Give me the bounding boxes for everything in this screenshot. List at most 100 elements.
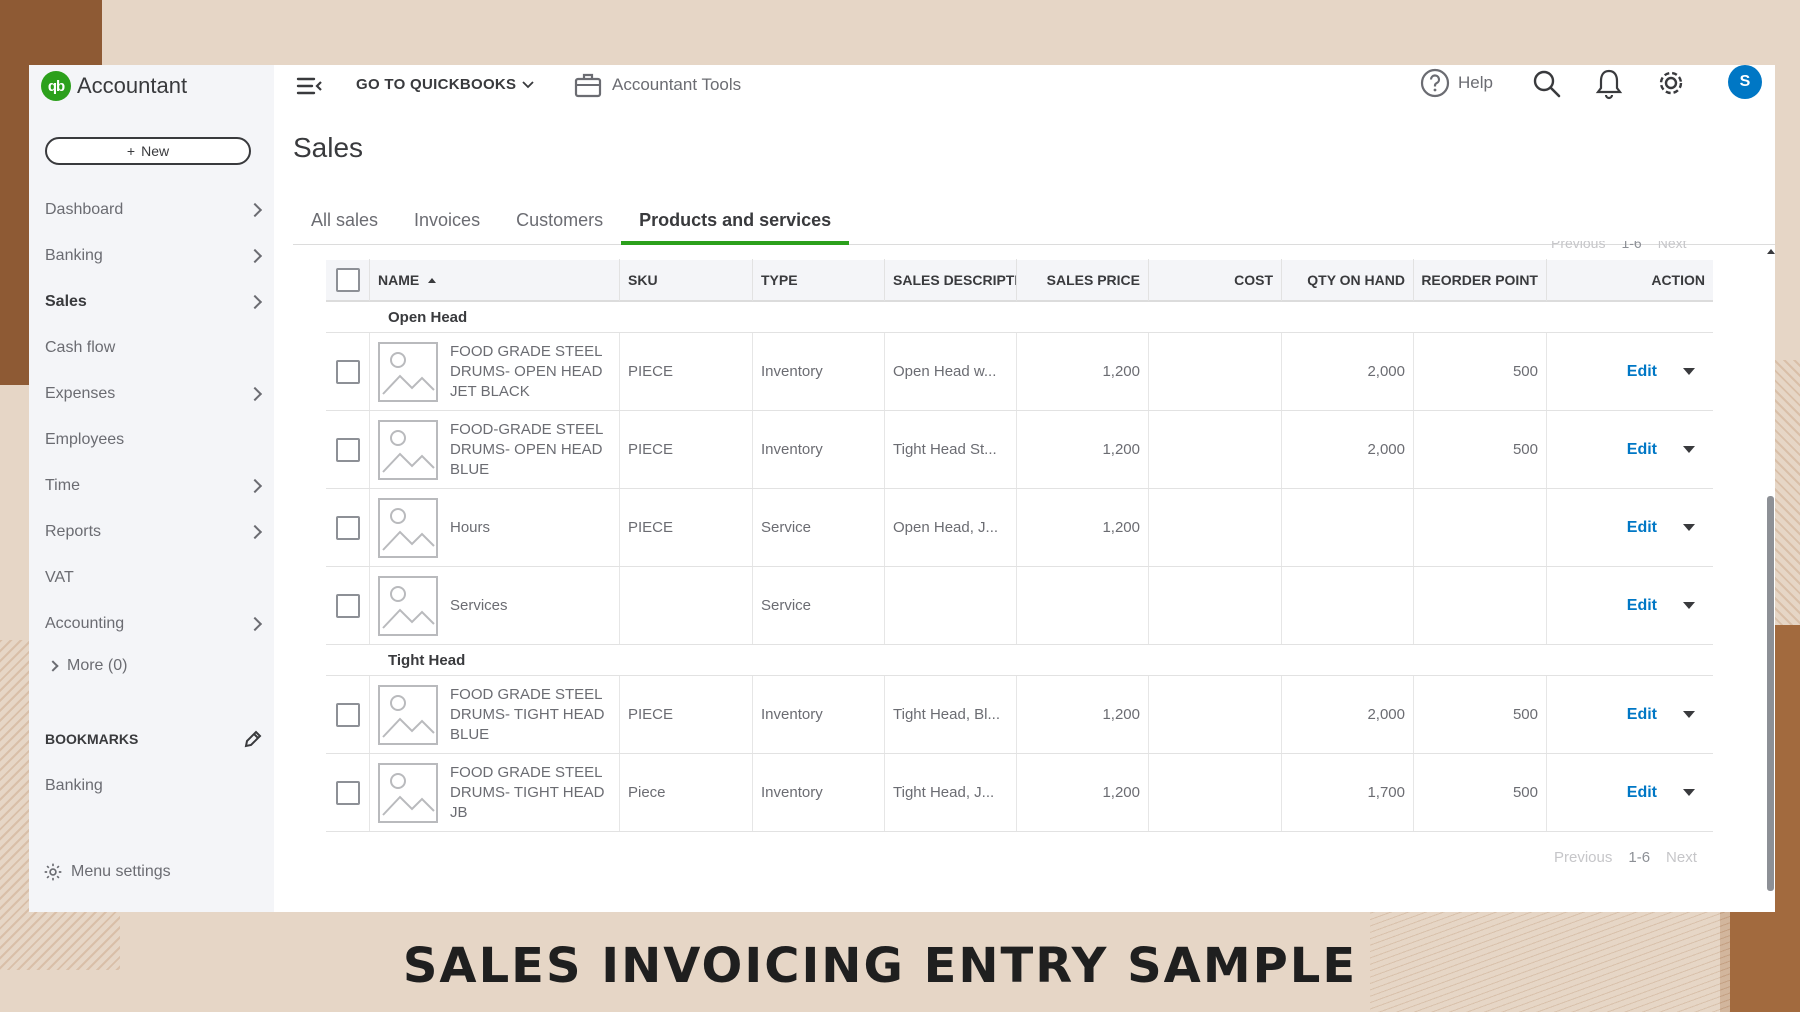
tab-products-and-services[interactable]: Products and services xyxy=(621,203,850,245)
gear-icon xyxy=(44,863,62,881)
scroll-up-arrow-icon[interactable] xyxy=(1767,249,1775,254)
row-checkbox[interactable] xyxy=(335,780,360,805)
sidebar-item-employees[interactable]: Employees xyxy=(29,417,274,463)
qty-on-hand-cell: 2,000 xyxy=(1282,333,1414,410)
tab-all-sales[interactable]: All sales xyxy=(293,203,396,245)
action-cell: Edit xyxy=(1547,489,1713,566)
previous-link[interactable]: Previous xyxy=(1554,849,1612,866)
image-placeholder-icon xyxy=(378,497,438,558)
reorder-point-cell: 500 xyxy=(1414,676,1547,753)
user-avatar[interactable]: S xyxy=(1728,65,1762,99)
type-cell: Inventory xyxy=(753,754,885,831)
next-link[interactable]: Next xyxy=(1666,849,1697,866)
edit-link[interactable]: Edit xyxy=(1627,519,1657,537)
sidebar-item-vat[interactable]: VAT xyxy=(29,555,274,601)
new-button[interactable]: + New xyxy=(45,137,251,165)
name-cell: FOOD GRADE STEEL DRUMS- TIGHT HEAD BLUE xyxy=(370,676,620,753)
accountant-tools-label: Accountant Tools xyxy=(612,75,742,94)
action-dropdown-caret-icon[interactable] xyxy=(1683,524,1695,531)
action-cell: Edit xyxy=(1547,411,1713,488)
sidebar-item-label: Sales xyxy=(45,293,87,310)
products-table: NAME SKU TYPE SALES DESCRIPTIC SALES PRI… xyxy=(326,259,1713,832)
settings-gear-icon[interactable] xyxy=(1656,68,1686,98)
plus-icon: + xyxy=(126,143,136,159)
column-sales-price[interactable]: SALES PRICE xyxy=(1017,259,1149,301)
description-cell: Tight Head, J... xyxy=(885,754,1017,831)
menu-settings-button[interactable]: Menu settings xyxy=(43,862,171,882)
sku-cell xyxy=(620,567,753,644)
sidebar-item-label: Dashboard xyxy=(45,201,124,218)
bookmark-item-banking[interactable]: Banking xyxy=(45,777,103,795)
go-to-quickbooks-dropdown[interactable]: GO TO QUICKBOOKS xyxy=(356,76,535,93)
column-reorder-point[interactable]: REORDER POINT xyxy=(1414,259,1547,301)
column-cost[interactable]: COST xyxy=(1149,259,1282,301)
menu-toggle-icon[interactable] xyxy=(296,74,324,98)
chevron-down-icon xyxy=(522,80,535,88)
action-dropdown-caret-icon[interactable] xyxy=(1683,602,1695,609)
edit-link[interactable]: Edit xyxy=(1627,363,1657,381)
product-name[interactable]: FOOD GRADE STEEL DRUMS- OPEN HEAD JET BL… xyxy=(450,342,611,402)
cost-cell xyxy=(1149,676,1282,753)
sidebar-item-sales[interactable]: Sales xyxy=(29,279,274,325)
action-dropdown-caret-icon[interactable] xyxy=(1683,446,1695,453)
action-cell: Edit xyxy=(1547,676,1713,753)
action-dropdown-caret-icon[interactable] xyxy=(1683,789,1695,796)
column-sku[interactable]: SKU xyxy=(620,259,753,301)
sidebar-item-banking[interactable]: Banking xyxy=(29,233,274,279)
description-cell: Open Head, J... xyxy=(885,489,1017,566)
column-qty-on-hand[interactable]: QTY ON HAND xyxy=(1282,259,1414,301)
row-select-cell xyxy=(326,489,370,566)
table-header: NAME SKU TYPE SALES DESCRIPTIC SALES PRI… xyxy=(326,259,1713,302)
product-name[interactable]: Hours xyxy=(450,518,611,538)
bell-icon[interactable] xyxy=(1594,68,1624,100)
row-checkbox[interactable] xyxy=(335,702,360,727)
sales-price-cell: 1,200 xyxy=(1017,489,1149,566)
bookmarks-header: BOOKMARKS xyxy=(45,729,263,749)
sidebar-item-more[interactable]: More (0) xyxy=(47,657,127,675)
sidebar-nav: Dashboard Banking Sales Cash flow Expenses Em… xyxy=(29,187,274,647)
column-name[interactable]: NAME xyxy=(370,259,620,301)
edit-link[interactable]: Edit xyxy=(1627,441,1657,459)
select-all-checkbox[interactable] xyxy=(335,268,360,292)
product-name[interactable]: FOOD-GRADE STEEL DRUMS- OPEN HEAD BLUE xyxy=(450,420,611,480)
accountant-tools-button[interactable]: Accountant Tools xyxy=(574,71,741,99)
reorder-point-cell: 500 xyxy=(1414,411,1547,488)
page-range: 1-6 xyxy=(1628,849,1651,866)
sales-price-cell xyxy=(1017,567,1149,644)
sidebar-item-dashboard[interactable]: Dashboard xyxy=(29,187,274,233)
tab-invoices[interactable]: Invoices xyxy=(396,203,498,245)
action-dropdown-caret-icon[interactable] xyxy=(1683,368,1695,375)
pencil-icon[interactable] xyxy=(243,729,263,749)
table-row: Services Service Edit xyxy=(326,567,1713,645)
logo[interactable]: qb Accountant xyxy=(41,71,187,101)
topbar: GO TO QUICKBOOKS Accountant Tools Help S xyxy=(274,65,1775,117)
row-checkbox[interactable] xyxy=(335,437,360,462)
image-placeholder-icon xyxy=(378,762,438,823)
tab-customers[interactable]: Customers xyxy=(498,203,621,245)
row-checkbox[interactable] xyxy=(335,359,360,384)
table-row: Hours PIECE Service Open Head, J... 1,200 Edi… xyxy=(326,489,1713,567)
sidebar-item-cash-flow[interactable]: Cash flow xyxy=(29,325,274,371)
search-icon[interactable] xyxy=(1532,69,1562,99)
sidebar-item-expenses[interactable]: Expenses xyxy=(29,371,274,417)
sidebar-item-label: Employees xyxy=(45,431,125,448)
sidebar-item-reports[interactable]: Reports xyxy=(29,509,274,555)
product-name[interactable]: FOOD GRADE STEEL DRUMS- TIGHT HEAD BLUE xyxy=(450,685,611,745)
scrollbar-thumb[interactable] xyxy=(1767,496,1774,891)
column-type[interactable]: TYPE xyxy=(753,259,885,301)
row-checkbox[interactable] xyxy=(335,593,360,618)
edit-link[interactable]: Edit xyxy=(1627,597,1657,615)
sidebar-item-time[interactable]: Time xyxy=(29,463,274,509)
column-sales-description[interactable]: SALES DESCRIPTIC xyxy=(885,259,1017,301)
sales-price-cell: 1,200 xyxy=(1017,676,1149,753)
help-button[interactable]: Help xyxy=(1420,68,1493,98)
action-dropdown-caret-icon[interactable] xyxy=(1683,711,1695,718)
row-checkbox[interactable] xyxy=(335,515,360,540)
edit-link[interactable]: Edit xyxy=(1627,784,1657,802)
sku-cell: Piece xyxy=(620,754,753,831)
sidebar-item-accounting[interactable]: Accounting xyxy=(29,601,274,647)
product-name[interactable]: Services xyxy=(450,596,611,616)
table-row: FOOD GRADE STEEL DRUMS- OPEN HEAD JET BL… xyxy=(326,333,1713,411)
edit-link[interactable]: Edit xyxy=(1627,706,1657,724)
product-name[interactable]: FOOD GRADE STEEL DRUMS- TIGHT HEAD JB xyxy=(450,763,611,823)
